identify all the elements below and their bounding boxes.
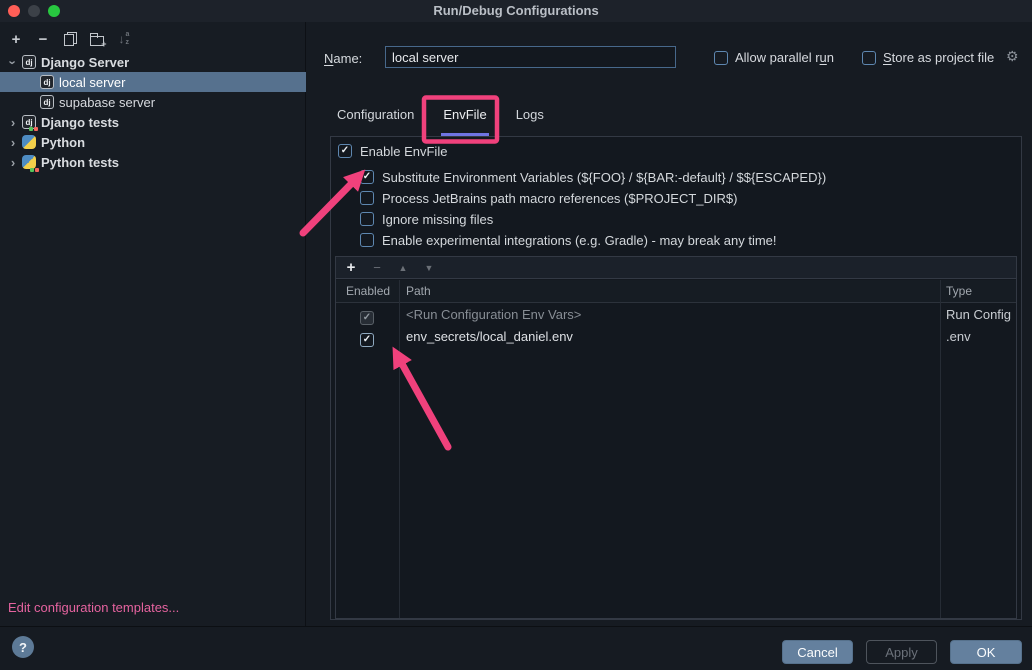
- tree-item-label: Python tests: [41, 155, 119, 170]
- store-settings-gear-icon[interactable]: ⚙: [1006, 49, 1019, 63]
- store-as-project-file-label: Store as project file: [883, 50, 994, 65]
- option-label: Ignore missing files: [382, 212, 493, 227]
- configurations-sidebar: + − + ↓ az › dj Django Server dj local s…: [0, 22, 306, 626]
- tree-item-label: supabase server: [59, 95, 155, 110]
- ignore-missing-files-option: Ignore missing files: [360, 210, 493, 228]
- tab-configuration[interactable]: Configuration: [335, 107, 416, 136]
- column-header-type: Type: [946, 284, 972, 298]
- ignore-missing-files-checkbox[interactable]: [360, 212, 374, 226]
- django-icon: dj: [40, 75, 54, 89]
- django-icon: dj: [40, 95, 54, 109]
- row-enabled-checkbox[interactable]: ✓: [360, 333, 374, 347]
- row-path: env_secrets/local_daniel.env: [406, 329, 573, 344]
- django-tests-icon: dj: [22, 115, 36, 129]
- tree-item-label: Django tests: [41, 115, 119, 130]
- env-files-table: + − ▲ ▼ Enabled Path Type ✓ <Run Configu…: [335, 256, 1017, 619]
- experimental-integrations-checkbox[interactable]: [360, 233, 374, 247]
- process-path-macros-checkbox[interactable]: [360, 191, 374, 205]
- dialog-footer: ? Cancel Apply OK: [0, 626, 1032, 670]
- envfile-tab-panel: ✓ Enable EnvFile ✓ Substitute Environmen…: [330, 136, 1022, 620]
- store-as-project-file-checkbox[interactable]: [862, 51, 876, 65]
- tab-envfile[interactable]: EnvFile: [441, 107, 488, 136]
- window-title: Run/Debug Configurations: [0, 3, 1032, 18]
- tree-item-label: Python: [41, 135, 85, 150]
- enable-envfile-checkbox[interactable]: ✓: [338, 144, 352, 158]
- python-icon: [22, 135, 36, 149]
- cancel-button[interactable]: Cancel: [782, 640, 853, 664]
- allow-parallel-run-checkbox[interactable]: [714, 51, 728, 65]
- allow-parallel-run-label: Allow parallel run: [735, 50, 834, 65]
- run-debug-configurations-dialog: { "window": { "title": "Run/Debug Config…: [0, 0, 1032, 670]
- window-titlebar: Run/Debug Configurations: [0, 0, 1032, 22]
- tree-item-label: local server: [59, 75, 125, 90]
- substitute-env-vars-option: ✓ Substitute Environment Variables (${FO…: [360, 168, 826, 186]
- experimental-integrations-option: Enable experimental integrations (e.g. G…: [360, 231, 777, 249]
- add-configuration-icon[interactable]: +: [8, 30, 24, 48]
- sidebar-item-python[interactable]: › Python: [0, 132, 306, 152]
- remove-env-file-icon[interactable]: −: [370, 260, 384, 275]
- tree-item-label: Django Server: [41, 55, 129, 70]
- table-header: Enabled Path Type: [336, 280, 1016, 303]
- move-up-icon[interactable]: ▲: [396, 263, 410, 273]
- table-toolbar: + − ▲ ▼: [336, 257, 1016, 279]
- enable-envfile-option: ✓ Enable EnvFile: [338, 142, 447, 160]
- sidebar-item-django-server[interactable]: › dj Django Server: [0, 52, 306, 72]
- row-enabled-checkbox: ✓: [360, 311, 374, 325]
- copy-configuration-icon[interactable]: [62, 30, 78, 48]
- chevron-right-icon[interactable]: ›: [6, 115, 20, 130]
- column-header-path: Path: [406, 284, 431, 298]
- tab-logs[interactable]: Logs: [514, 107, 546, 136]
- sidebar-item-django-tests[interactable]: › dj Django tests: [0, 112, 306, 132]
- sidebar-toolbar: + − + ↓ az: [4, 28, 132, 50]
- chevron-right-icon[interactable]: ›: [6, 135, 20, 150]
- option-label: Substitute Environment Variables (${FOO}…: [382, 170, 826, 185]
- table-row[interactable]: ✓ env_secrets/local_daniel.env .env: [336, 326, 1016, 348]
- add-env-file-icon[interactable]: +: [344, 259, 358, 276]
- row-path: <Run Configuration Env Vars>: [406, 307, 581, 322]
- apply-button[interactable]: Apply: [866, 640, 937, 664]
- chevron-right-icon[interactable]: ›: [6, 155, 20, 170]
- move-down-icon[interactable]: ▼: [422, 263, 436, 273]
- django-icon: dj: [22, 55, 36, 69]
- sidebar-item-supabase-server[interactable]: dj supabase server: [0, 92, 306, 112]
- help-button[interactable]: ?: [12, 636, 34, 658]
- table-row[interactable]: ✓ <Run Configuration Env Vars> Run Confi…: [336, 304, 1016, 326]
- edit-configuration-templates-link[interactable]: Edit configuration templates...: [8, 600, 179, 615]
- remove-configuration-icon[interactable]: −: [35, 30, 51, 48]
- store-as-project-file-option: Store as project file: [862, 50, 994, 65]
- process-path-macros-option: Process JetBrains path macro references …: [360, 189, 737, 207]
- python-tests-icon: [22, 155, 36, 169]
- option-label: Enable EnvFile: [360, 144, 447, 159]
- sort-configurations-icon[interactable]: ↓ az: [116, 30, 132, 48]
- allow-parallel-run-option: Allow parallel run: [714, 50, 834, 65]
- option-label: Enable experimental integrations (e.g. G…: [382, 233, 777, 248]
- chevron-down-icon[interactable]: ›: [6, 55, 21, 69]
- folder-plus-icon: +: [90, 32, 105, 46]
- row-type: .env: [946, 329, 971, 344]
- sidebar-item-local-server[interactable]: dj local server: [0, 72, 306, 92]
- copy-icon: [64, 32, 77, 46]
- configuration-editor: Name: Allow parallel run Store as projec…: [306, 22, 1032, 626]
- substitute-env-vars-checkbox[interactable]: ✓: [360, 170, 374, 184]
- configuration-tabs: Configuration EnvFile Logs: [335, 107, 546, 136]
- row-type: Run Config: [946, 307, 1011, 322]
- name-label: Name:: [324, 51, 362, 66]
- column-header-enabled: Enabled: [346, 284, 390, 298]
- sidebar-item-python-tests[interactable]: › Python tests: [0, 152, 306, 172]
- question-mark-icon: ?: [19, 640, 27, 655]
- name-input[interactable]: [385, 46, 676, 68]
- option-label: Process JetBrains path macro references …: [382, 191, 737, 206]
- ok-button[interactable]: OK: [950, 640, 1022, 664]
- new-folder-icon[interactable]: +: [89, 30, 105, 48]
